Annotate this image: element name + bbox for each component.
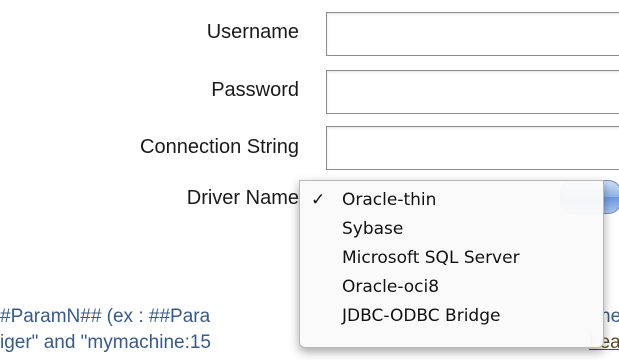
menu-item-microsoft-sql-server[interactable]: Microsoft SQL Server: [300, 244, 603, 273]
connection-string-field[interactable]: [326, 126, 619, 170]
password-label: Password: [211, 79, 299, 101]
menu-item-label: Oracle-oci8: [342, 277, 440, 297]
password-field[interactable]: [326, 70, 619, 114]
menu-item-jdbc-odbc-bridge[interactable]: JDBC-ODBC Bridge: [300, 302, 603, 331]
menu-item-oracle-thin[interactable]: ✓ Oracle-thin: [300, 186, 603, 215]
connection-string-label: Connection String: [140, 136, 299, 158]
menu-item-label: Microsoft SQL Server: [342, 248, 520, 268]
menu-item-oracle-oci8[interactable]: Oracle-oci8: [300, 273, 603, 302]
username-label: Username: [206, 21, 299, 43]
menu-item-label: JDBC-ODBC Bridge: [342, 306, 501, 326]
menu-item-label: Oracle-thin: [342, 190, 437, 210]
menu-item-sybase[interactable]: Sybase: [300, 215, 603, 244]
username-field[interactable]: [326, 12, 619, 56]
hint-line-1: #ParamN## (ex : ##Para: [0, 306, 211, 327]
hint-line-2: iger" and "mymachine:15: [0, 332, 211, 353]
menu-item-label: Sybase: [342, 219, 404, 239]
driver-name-label: Driver Name: [186, 187, 299, 209]
checkmark-icon: ✓: [311, 190, 326, 210]
driver-dropdown-menu: ✓ Oracle-thin Sybase Microsoft SQL Serve…: [299, 180, 604, 348]
